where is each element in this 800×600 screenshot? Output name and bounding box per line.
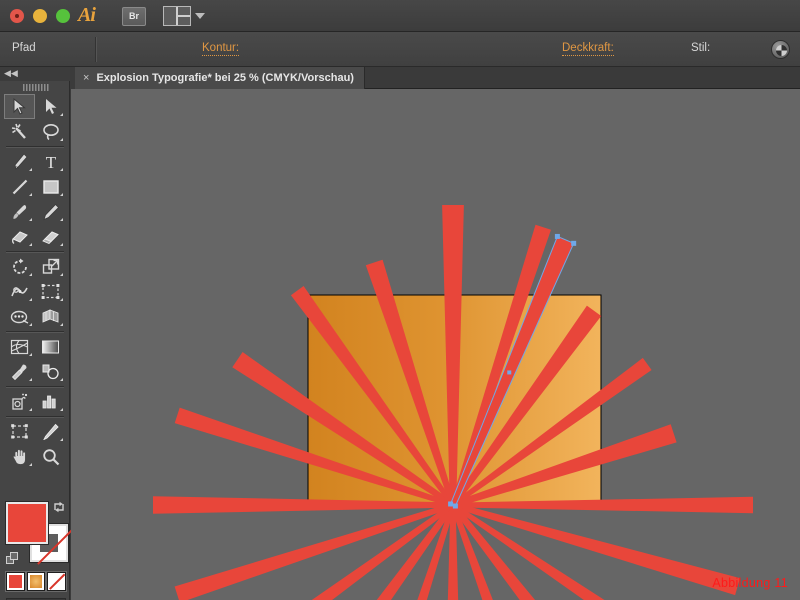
control-bar: Pfad Kontur: Einfach	[0, 32, 800, 67]
color-mode-row	[6, 572, 66, 592]
paintbrush-tool[interactable]	[4, 199, 35, 224]
free-transform-tool[interactable]	[35, 279, 66, 304]
title-bar: Ai Br	[0, 0, 800, 32]
column-graph-tool[interactable]	[35, 389, 66, 414]
width-tool[interactable]	[4, 279, 35, 304]
document-tab-bar: × Explosion Typografie* bei 25 % (CMYK/V…	[75, 67, 800, 89]
eraser-tool[interactable]	[35, 224, 66, 249]
minimize-button[interactable]	[33, 9, 47, 23]
default-fill-stroke-icon[interactable]	[6, 552, 20, 566]
blend-tool[interactable]	[35, 359, 66, 384]
document-tab[interactable]: × Explosion Typografie* bei 25 % (CMYK/V…	[75, 67, 365, 89]
line-segment-tool[interactable]	[4, 174, 35, 199]
color-mode-gradient[interactable]	[27, 572, 46, 591]
rectangle-tool[interactable]	[35, 174, 66, 199]
artboard-tool[interactable]	[4, 419, 35, 444]
slice-tool[interactable]	[35, 419, 66, 444]
pencil-tool[interactable]	[35, 199, 66, 224]
stil-label: Stil:	[691, 42, 710, 54]
panel-drag-handle[interactable]	[23, 84, 49, 91]
swap-fill-stroke-icon[interactable]	[52, 500, 66, 514]
lasso-tool[interactable]	[35, 119, 66, 144]
artwork[interactable]	[71, 89, 800, 600]
rotate-tool[interactable]	[4, 254, 35, 279]
canvas-area[interactable]: Abbildung 11	[71, 89, 800, 600]
figure-caption: Abbildung 11	[712, 576, 788, 590]
pen-tool[interactable]	[4, 149, 35, 174]
blob-brush-tool[interactable]	[4, 224, 35, 249]
illustrator-window: Ai Br Pfad Kontur:	[0, 0, 800, 600]
direct-selection-tool[interactable]	[35, 94, 66, 119]
anchor-point[interactable]	[507, 370, 511, 374]
explosion-ray[interactable]	[452, 503, 740, 596]
type-tool[interactable]: T	[35, 149, 66, 174]
workspace-switcher-icon[interactable]	[163, 6, 191, 26]
scale-tool[interactable]	[35, 254, 66, 279]
shape-builder-tool[interactable]	[4, 304, 35, 329]
mesh-tool[interactable]	[4, 334, 35, 359]
app-logo-icon: Ai	[78, 4, 95, 27]
svg-text:T: T	[45, 153, 56, 170]
document-tab-label: Explosion Typografie* bei 25 % (CMYK/Vor…	[96, 72, 354, 84]
close-button[interactable]	[10, 9, 24, 23]
fill-stroke-widget	[6, 502, 66, 564]
zoom-tool[interactable]	[35, 444, 66, 469]
maximize-button[interactable]	[56, 9, 70, 23]
perspective-grid-tool[interactable]	[35, 304, 66, 329]
anchor-point[interactable]	[571, 241, 576, 246]
tools-panel: ◀◀	[0, 67, 70, 600]
tool-grid: T	[4, 94, 66, 469]
anchor-point[interactable]	[453, 504, 458, 509]
selection-tool[interactable]	[4, 94, 35, 119]
explosion-ray[interactable]	[175, 503, 454, 600]
gradient-tool[interactable]	[35, 334, 66, 359]
hand-tool[interactable]	[4, 444, 35, 469]
bridge-button[interactable]: Br	[122, 7, 146, 26]
control-panel-menu-icon[interactable]	[771, 40, 790, 59]
chevron-down-icon[interactable]	[195, 13, 205, 19]
explosion-rays[interactable]	[153, 205, 753, 600]
window-controls	[10, 9, 70, 23]
fill-color-swatch[interactable]	[6, 502, 48, 544]
selection-type-label: Pfad	[12, 42, 36, 54]
magic-wand-tool[interactable]	[4, 119, 35, 144]
color-mode-none[interactable]	[47, 572, 66, 591]
kontur-label: Kontur:	[202, 42, 239, 56]
anchor-point[interactable]	[555, 234, 560, 239]
eyedropper-tool[interactable]	[4, 359, 35, 384]
tools-panel-collapse-button[interactable]: ◀◀	[0, 67, 70, 81]
deckkraft-label: Deckkraft:	[562, 42, 614, 56]
anchor-point[interactable]	[448, 501, 453, 506]
close-icon[interactable]: ×	[83, 73, 89, 84]
color-mode-solid[interactable]	[6, 572, 25, 591]
symbol-sprayer-tool[interactable]	[4, 389, 35, 414]
divider	[95, 37, 96, 62]
